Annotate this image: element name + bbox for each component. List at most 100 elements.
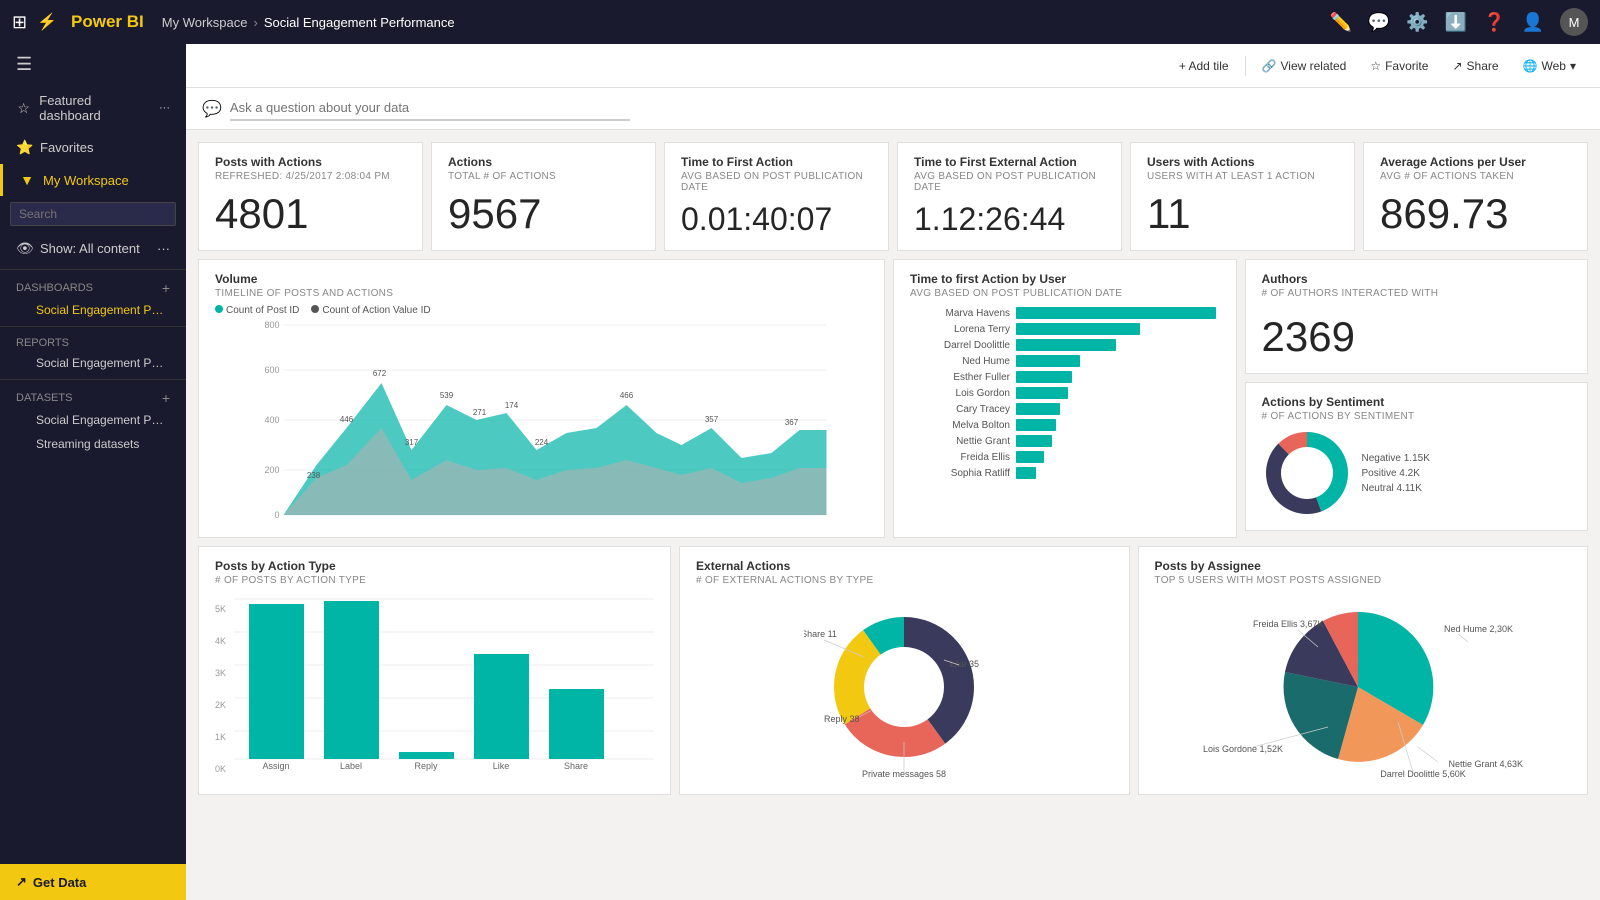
chat-icon[interactable]: 💬 bbox=[1368, 12, 1390, 33]
bar-chart-yaxis: 5K 4K 3K 2K 1K 0K bbox=[215, 604, 230, 774]
download-icon[interactable]: ⬇️ bbox=[1445, 12, 1467, 33]
authors-value: 2369 bbox=[1262, 313, 1572, 361]
posts-actions-value: 4801 bbox=[215, 190, 406, 238]
svg-text:800: 800 bbox=[264, 320, 279, 330]
svg-text:238: 238 bbox=[307, 471, 321, 480]
sidebar-item-favorites[interactable]: ⭐ Favorites bbox=[0, 131, 186, 164]
external-actions-subtitle: # OF EXTERNAL ACTIONS BY TYPE bbox=[696, 575, 1112, 586]
settings-icon[interactable]: ⚙️ bbox=[1406, 12, 1428, 33]
favorite-button[interactable]: ☆ Favorite bbox=[1362, 55, 1436, 77]
avg-actions-subtitle: AVG # OF ACTIONS TAKEN bbox=[1380, 171, 1571, 182]
time-user-title: Time to first Action by User bbox=[910, 272, 1220, 286]
hbar-marva-bar bbox=[1016, 307, 1216, 319]
svg-text:Share 11: Share 11 bbox=[804, 629, 837, 639]
authors-title: Authors bbox=[1262, 272, 1572, 286]
sentiment-subtitle: # OF ACTIONS BY SENTIMENT bbox=[1262, 411, 1572, 422]
sidebar-show-all[interactable]: 👁 Show: All content ··· bbox=[0, 232, 186, 265]
actions-subtitle: TOTAL # OF ACTIONS bbox=[448, 171, 639, 182]
avg-actions-value: 869.73 bbox=[1380, 190, 1571, 238]
sentiment-donut bbox=[1262, 428, 1352, 518]
time-user-chart: Marva Havens Lorena Terry Darrel Doolitt… bbox=[910, 307, 1220, 479]
sidebar-item-featured[interactable]: ☆ Featured dashboard ··· bbox=[0, 85, 186, 131]
star-icon: ☆ bbox=[16, 100, 31, 117]
positive-label: Positive 4.2K bbox=[1362, 468, 1430, 479]
add-dashboard-icon[interactable]: + bbox=[162, 280, 170, 296]
svg-text:400: 400 bbox=[264, 415, 279, 425]
bar-reply bbox=[399, 752, 454, 759]
view-related-label: View related bbox=[1281, 59, 1347, 73]
sidebar-report-item[interactable]: Social Engagement Perfo... bbox=[0, 351, 186, 375]
show-more-icon[interactable]: ··· bbox=[157, 241, 170, 256]
add-dataset-icon[interactable]: + bbox=[162, 390, 170, 406]
svg-text:Darrel Doolittle 5,60K: Darrel Doolittle 5,60K bbox=[1380, 769, 1466, 779]
time-user-subtitle: AVG BASED ON POST PUBLICATION DATE bbox=[910, 288, 1220, 299]
get-data-label: Get Data bbox=[33, 875, 86, 890]
help-icon[interactable]: ❓ bbox=[1483, 12, 1505, 33]
account-icon[interactable]: 👤 bbox=[1522, 12, 1544, 33]
users-actions-title: Users with Actions bbox=[1147, 155, 1338, 169]
web-label: Web bbox=[1542, 59, 1566, 73]
row2: Volume TIMELINE OF POSTS AND ACTIONS Cou… bbox=[198, 259, 1588, 538]
edit-icon[interactable]: ✏️ bbox=[1329, 12, 1351, 33]
star-fav-icon: ☆ bbox=[1370, 59, 1381, 73]
hbar-lorena: Lorena Terry bbox=[910, 323, 1220, 335]
search-input[interactable] bbox=[10, 202, 176, 226]
view-related-button[interactable]: 🔗 View related bbox=[1254, 55, 1355, 77]
sidebar-dashboard-item[interactable]: Social Engagement Perfo... bbox=[0, 298, 186, 322]
external-donut-chart: Share 11 Like 35 Reply 38 Private messag… bbox=[804, 592, 1004, 782]
tile-avg-actions: Average Actions per User AVG # OF ACTION… bbox=[1363, 142, 1588, 251]
favorites-icon: ⭐ bbox=[16, 139, 32, 156]
svg-text:200: 200 bbox=[264, 465, 279, 475]
avatar[interactable]: M bbox=[1560, 8, 1588, 36]
svg-text:271: 271 bbox=[473, 408, 487, 417]
web-button[interactable]: 🌐 Web ▾ bbox=[1515, 55, 1584, 77]
hbar-nettie: Nettie Grant bbox=[910, 435, 1220, 447]
tile-external-actions: External Actions # OF EXTERNAL ACTIONS B… bbox=[679, 546, 1129, 795]
workspace-icon: ▼ bbox=[19, 172, 35, 188]
hbar-ned-bar bbox=[1016, 355, 1080, 367]
sentiment-labels: Negative 1.15K Positive 4.2K Neutral 4.1… bbox=[1362, 453, 1430, 494]
actions-title: Actions bbox=[448, 155, 639, 169]
hbar-esther: Esther Fuller bbox=[910, 371, 1220, 383]
qa-icon: 💬 bbox=[202, 99, 222, 119]
apps-grid-icon[interactable]: ⊞ bbox=[12, 12, 27, 33]
time-first-title: Time to First Action bbox=[681, 155, 872, 169]
sidebar-dataset-item[interactable]: Social Engagement Perfo... bbox=[0, 408, 186, 432]
hbar-esther-bar bbox=[1016, 371, 1072, 383]
dashboard: Posts with Actions REFRESHED: 4/25/2017 … bbox=[186, 130, 1600, 900]
posts-assignee-subtitle: TOP 5 USERS WITH MOST POSTS ASSIGNED bbox=[1155, 575, 1572, 586]
authors-subtitle: # OF AUTHORS INTERACTED WITH bbox=[1262, 288, 1572, 299]
svg-text:Lois Gordone 1,52K: Lois Gordone 1,52K bbox=[1203, 744, 1283, 754]
time-ext-subtitle: AVG BASED ON POST PUBLICATION DATE bbox=[914, 171, 1105, 193]
time-first-value: 0.01:40:07 bbox=[681, 201, 872, 238]
toolbar-sep-1 bbox=[1245, 56, 1246, 76]
main-layout: ☰ ☆ Featured dashboard ··· ⭐ Favorites ▼… bbox=[0, 44, 1600, 900]
posts-actions-subtitle: REFRESHED: 4/25/2017 2:08:04 PM bbox=[215, 171, 406, 182]
hamburger-menu[interactable]: ☰ bbox=[0, 44, 186, 85]
svg-text:367: 367 bbox=[785, 418, 799, 427]
negative-label: Negative 1.15K bbox=[1362, 453, 1430, 464]
qa-input[interactable] bbox=[230, 96, 630, 121]
get-data-button[interactable]: ↗ Get Data bbox=[0, 864, 186, 900]
sidebar-streaming-item[interactable]: Streaming datasets bbox=[0, 432, 186, 456]
tile-time-first-action: Time to First Action AVG BASED ON POST P… bbox=[664, 142, 889, 251]
share-button[interactable]: ↗ Share bbox=[1444, 55, 1506, 77]
sidebar-item-myworkspace[interactable]: ▼ My Workspace bbox=[0, 164, 186, 196]
bar-share bbox=[549, 689, 604, 759]
tile-users-with-actions: Users with Actions USERS WITH AT LEAST 1… bbox=[1130, 142, 1355, 251]
volume-chart: 800 600 400 200 0 bbox=[215, 320, 868, 520]
legend-post-id: Count of Post ID bbox=[215, 305, 299, 316]
add-tile-button[interactable]: + Add tile bbox=[1171, 55, 1237, 77]
tile-volume: Volume TIMELINE OF POSTS AND ACTIONS Cou… bbox=[198, 259, 885, 538]
sidebar-favorites-label: Favorites bbox=[40, 140, 93, 155]
hbar-cary-bar bbox=[1016, 403, 1060, 415]
assignee-pie-chart: Ned Hume 2,30K Freida Ellis 3,67K Lois G… bbox=[1173, 592, 1553, 782]
workspace-link[interactable]: My Workspace bbox=[162, 15, 248, 30]
hbar-lorena-bar bbox=[1016, 323, 1140, 335]
datasets-section-label: Datasets bbox=[16, 392, 72, 404]
featured-more-icon[interactable]: ··· bbox=[159, 102, 170, 114]
svg-text:Share: Share bbox=[564, 761, 588, 771]
bar-chart-container: 5K 4K 3K 2K 1K 0K bbox=[215, 594, 654, 774]
right-column: Authors # OF AUTHORS INTERACTED WITH 236… bbox=[1245, 259, 1589, 538]
legend-action-id: Count of Action Value ID bbox=[311, 305, 430, 316]
